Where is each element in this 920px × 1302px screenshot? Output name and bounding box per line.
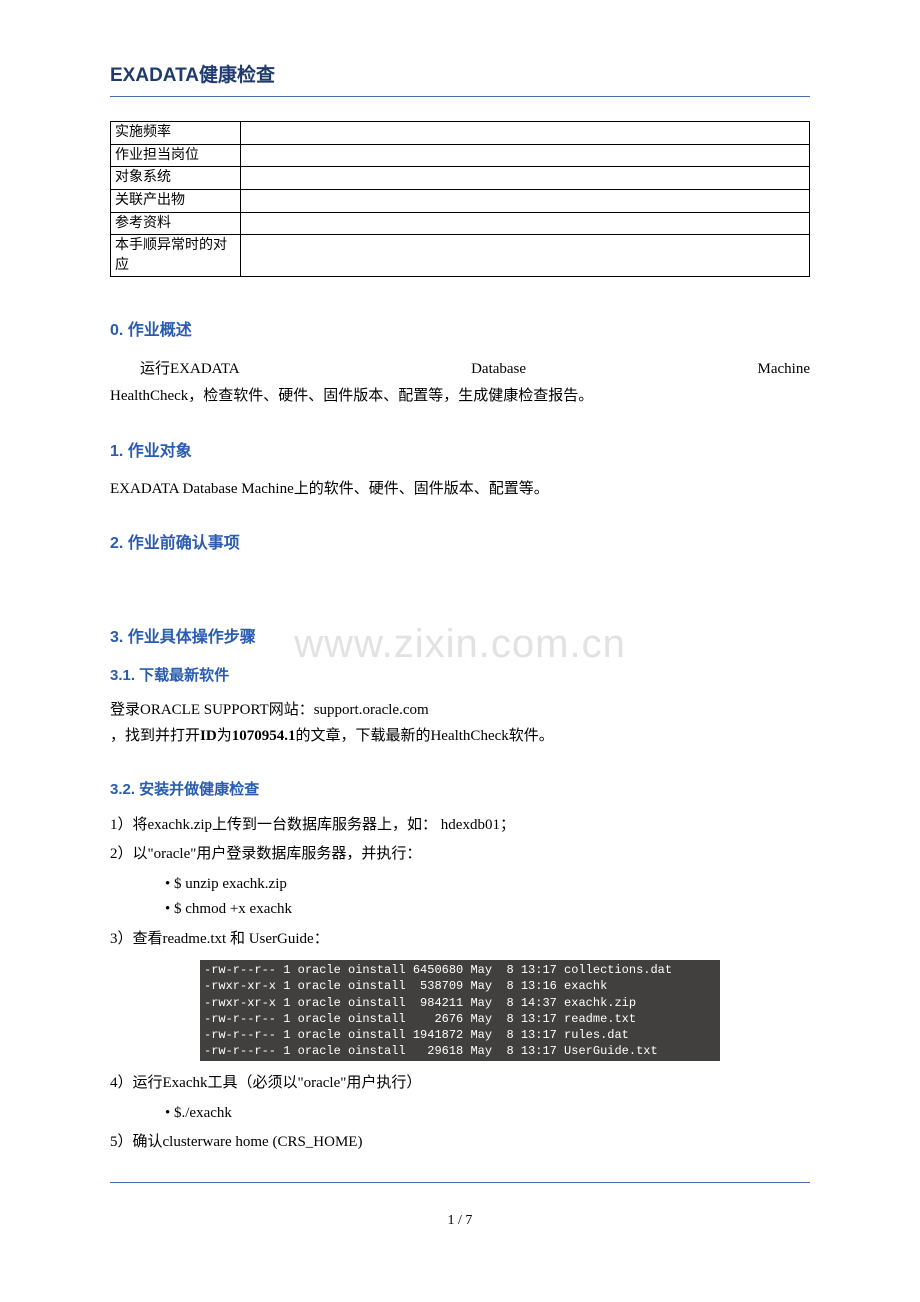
text: ，找到并打开 [110, 728, 200, 744]
section-1-body: EXADATA Database Machine上的软件、硬件、固件版本、配置等… [110, 477, 810, 503]
meta-value [241, 190, 810, 213]
section-3-1-heading: 3.1. 下载最新软件 [110, 663, 810, 689]
meta-label: 关联产出物 [111, 190, 241, 213]
table-row: 作业担当岗位 [111, 144, 810, 167]
footer-divider [110, 1182, 810, 1183]
page-title: EXADATA健康检查 [110, 60, 810, 97]
text: 为 [217, 728, 232, 744]
section-1-heading: 1. 作业对象 [110, 438, 810, 465]
step-4-bullet-1: • $./exachk [165, 1101, 810, 1127]
meta-label: 参考资料 [111, 212, 241, 235]
meta-value [241, 212, 810, 235]
section-3-1-body: 登录ORACLE SUPPORT网站：support.oracle.com ，找… [110, 698, 810, 749]
section-3-2-heading: 3.2. 安装并做健康检查 [110, 777, 810, 803]
table-row: 本手顺异常时的对应 [111, 235, 810, 277]
text: 登录ORACLE SUPPORT网站：support.oracle.com [110, 702, 429, 718]
meta-value [241, 167, 810, 190]
step-2: 2）以"oracle"用户登录数据库服务器，并执行： [110, 842, 810, 868]
text: Database [441, 357, 526, 383]
meta-label: 对象系统 [111, 167, 241, 190]
text: 运行EXADATA [110, 357, 240, 383]
step-2-bullet-1: • $ unzip exachk.zip [165, 872, 810, 898]
text: 的文章，下载最新的HealthCheck软件。 [295, 728, 553, 744]
spacer [110, 570, 810, 600]
table-row: 参考资料 [111, 212, 810, 235]
text-bold: 1070954.1 [232, 728, 296, 744]
document-content: EXADATA健康检查 实施频率 作业担当岗位 对象系统 关联产出物 参考资料 … [110, 60, 810, 1233]
text: HealthCheck，检查软件、硬件、固件版本、配置等，生成健康检查报告。 [110, 384, 810, 410]
meta-value [241, 235, 810, 277]
meta-table: 实施频率 作业担当岗位 对象系统 关联产出物 参考资料 本手顺异常时的对应 [110, 121, 810, 277]
step-4: 4）运行Exachk工具（必须以"oracle"用户执行） [110, 1071, 810, 1097]
meta-label: 本手顺异常时的对应 [111, 235, 241, 277]
section-0-body: 运行EXADATA Database Machine HealthCheck，检… [110, 357, 810, 410]
step-5: 5）确认clusterware home (CRS_HOME) [110, 1130, 810, 1156]
section-3-heading: 3. 作业具体操作步骤 [110, 624, 810, 651]
terminal-output: -rw-r--r-- 1 oracle oinstall 6450680 May… [200, 960, 720, 1061]
step-3: 3）查看readme.txt 和 UserGuide： [110, 927, 810, 953]
meta-label: 作业担当岗位 [111, 144, 241, 167]
table-row: 对象系统 [111, 167, 810, 190]
text: Machine [728, 357, 810, 383]
step-1: 1）将exachk.zip上传到一台数据库服务器上，如： hdexdb01； [110, 813, 810, 839]
table-row: 实施频率 [111, 122, 810, 145]
page-number: 1 / 7 [110, 1209, 810, 1233]
section-0-heading: 0. 作业概述 [110, 317, 810, 344]
meta-value [241, 122, 810, 145]
table-row: 关联产出物 [111, 190, 810, 213]
section-2-heading: 2. 作业前确认事项 [110, 530, 810, 557]
step-2-bullet-2: • $ chmod +x exachk [165, 897, 810, 923]
meta-value [241, 144, 810, 167]
text-bold: ID [200, 728, 217, 744]
meta-label: 实施频率 [111, 122, 241, 145]
